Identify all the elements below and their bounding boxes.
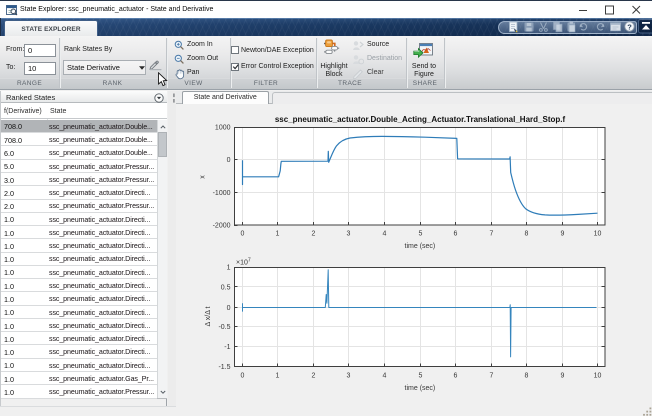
svg-text:-1: -1: [224, 344, 230, 351]
svg-text:0.5: 0.5: [221, 284, 231, 291]
svg-text:1: 1: [276, 373, 280, 380]
svg-text:0: 0: [227, 305, 231, 312]
svg-text:8: 8: [525, 231, 529, 238]
svg-text:time (sec): time (sec): [405, 243, 436, 250]
svg-text:-2000: -2000: [213, 223, 231, 230]
svg-text:2: 2: [312, 373, 316, 380]
svg-text:?: ?: [627, 22, 632, 31]
svg-text:3: 3: [347, 231, 351, 238]
svg-text:0: 0: [241, 373, 245, 380]
svg-text:×107: ×107: [236, 258, 251, 267]
svg-text:3: 3: [347, 373, 351, 380]
svg-text:-0.5: -0.5: [218, 324, 230, 331]
svg-text:6: 6: [454, 231, 458, 238]
svg-text:ssc_pneumatic_actuator.Double_: ssc_pneumatic_actuator.Double_Acting_Act…: [275, 115, 566, 124]
svg-text:0: 0: [241, 231, 245, 238]
svg-text:Δ x/Δ t: Δ x/Δ t: [205, 307, 212, 327]
svg-text:4: 4: [383, 373, 387, 380]
svg-text:4: 4: [383, 231, 387, 238]
svg-text:0: 0: [227, 157, 231, 164]
svg-text:9: 9: [561, 231, 565, 238]
svg-text:8: 8: [525, 373, 529, 380]
svg-text:9: 9: [561, 373, 565, 380]
svg-text:6: 6: [454, 373, 458, 380]
svg-text:1: 1: [227, 265, 231, 272]
svg-text:-1.5: -1.5: [218, 364, 230, 371]
svg-text:time (sec): time (sec): [405, 385, 436, 392]
svg-text:1000: 1000: [215, 125, 231, 132]
svg-text:x: x: [200, 175, 207, 179]
svg-text:5: 5: [419, 231, 423, 238]
svg-text:1: 1: [276, 231, 280, 238]
svg-text:7: 7: [490, 373, 494, 380]
svg-text:10: 10: [594, 231, 602, 238]
svg-text:-1000: -1000: [213, 190, 231, 197]
svg-text:7: 7: [490, 231, 494, 238]
svg-text:5: 5: [419, 373, 423, 380]
svg-text:10: 10: [594, 373, 602, 380]
svg-text:2: 2: [312, 231, 316, 238]
